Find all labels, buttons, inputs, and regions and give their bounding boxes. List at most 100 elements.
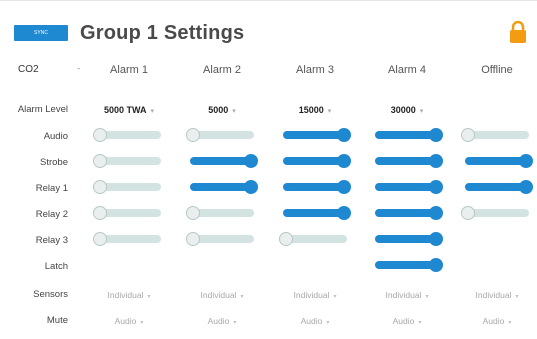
toggle-relay1-col3[interactable] xyxy=(279,180,351,194)
row-label-relay2: Relay 2 xyxy=(35,209,68,220)
mute-select[interactable]: Audio ▾ xyxy=(89,316,169,326)
sensors-select[interactable]: Individual ▾ xyxy=(367,290,447,300)
toggle-knob xyxy=(337,128,351,142)
row-label-alarm-level: Alarm Level xyxy=(17,104,68,115)
gas-select[interactable]: CO2 - xyxy=(18,64,80,75)
page-title: Group 1 Settings xyxy=(80,22,245,44)
toggle-relay1-col5[interactable] xyxy=(461,180,533,194)
toggle-knob xyxy=(186,232,200,246)
alarm-level-select[interactable]: 5000 TWA ▾ xyxy=(89,105,169,115)
toggle-knob xyxy=(279,232,293,246)
alarm-level-value: 5000 TWA xyxy=(103,105,147,115)
toggle-audio-col1[interactable] xyxy=(93,128,165,142)
sensors-value: Individual xyxy=(107,290,144,300)
chevron-down-icon: ▾ xyxy=(233,320,237,326)
row-label-mute: Mute xyxy=(46,315,68,326)
chevron-down-icon: ▾ xyxy=(508,320,512,326)
toggle-knob xyxy=(93,180,107,194)
column-header: Alarm 4 xyxy=(388,64,426,76)
sensors-value: Individual xyxy=(385,290,422,300)
row-label-sensors: Sensors xyxy=(33,289,68,300)
toggle-knob xyxy=(429,206,443,220)
mute-select[interactable]: Audio ▾ xyxy=(275,316,355,326)
mute-value: Audio xyxy=(392,316,415,326)
top-divider xyxy=(0,0,537,1)
toggle-relay3-col4[interactable] xyxy=(371,232,443,246)
column-header: Alarm 1 xyxy=(110,64,148,76)
toggle-relay3-col2[interactable] xyxy=(186,232,258,246)
mute-select[interactable]: Audio ▾ xyxy=(367,316,447,326)
toggle-knob xyxy=(244,154,258,168)
toggle-strobe-col3[interactable] xyxy=(279,154,351,168)
toggle-relay3-col1[interactable] xyxy=(93,232,165,246)
toggle-relay1-col4[interactable] xyxy=(371,180,443,194)
chevron-down-icon: ▾ xyxy=(232,108,236,115)
alarm-level-value: 15000 xyxy=(298,105,324,115)
toggle-relay2-col2[interactable] xyxy=(186,206,258,220)
toggle-knob xyxy=(429,128,443,142)
toggle-knob xyxy=(429,258,443,272)
chevron-down-icon: ▾ xyxy=(515,294,519,300)
toggle-knob xyxy=(337,206,351,220)
toggle-strobe-col1[interactable] xyxy=(93,154,165,168)
chevron-down-icon: ▾ xyxy=(425,294,429,300)
sensors-value: Individual xyxy=(475,290,512,300)
alarm-level-select[interactable]: 15000 ▾ xyxy=(275,105,355,115)
column-header: Alarm 3 xyxy=(296,64,334,76)
alarm-level-select[interactable]: 5000 ▾ xyxy=(182,105,262,115)
toggle-audio-col4[interactable] xyxy=(371,128,443,142)
toggle-audio-col3[interactable] xyxy=(279,128,351,142)
toggle-knob xyxy=(337,154,351,168)
row-label-strobe: Strobe xyxy=(40,157,68,168)
toggle-relay2-col4[interactable] xyxy=(371,206,443,220)
mute-value: Audio xyxy=(300,316,323,326)
toggle-knob xyxy=(337,180,351,194)
toggle-strobe-col5[interactable] xyxy=(461,154,533,168)
mute-value: Audio xyxy=(114,316,137,326)
row-label-relay1: Relay 1 xyxy=(35,183,68,194)
mute-value: Audio xyxy=(207,316,230,326)
toggle-knob xyxy=(429,154,443,168)
toggle-knob xyxy=(461,128,475,142)
toggle-latch-col4[interactable] xyxy=(371,258,443,272)
toggle-strobe-col4[interactable] xyxy=(371,154,443,168)
toggle-knob xyxy=(244,180,258,194)
lock-icon[interactable] xyxy=(508,20,528,44)
sync-button[interactable]: SYNC xyxy=(14,25,68,41)
chevron-down-icon: ▾ xyxy=(326,320,330,326)
row-label-audio: Audio xyxy=(43,131,68,142)
toggle-knob xyxy=(93,206,107,220)
toggle-relay2-col1[interactable] xyxy=(93,206,165,220)
toggle-knob xyxy=(186,206,200,220)
chevron-down-icon: ▾ xyxy=(333,294,337,300)
sensors-select[interactable]: Individual ▾ xyxy=(275,290,355,300)
toggle-relay1-col2[interactable] xyxy=(186,180,258,194)
chevron-down-icon: ▾ xyxy=(140,320,144,326)
toggle-audio-col5[interactable] xyxy=(461,128,533,142)
row-label-latch: Latch xyxy=(44,261,68,272)
chevron-down-icon: ▾ xyxy=(150,108,155,115)
row-label-relay3: Relay 3 xyxy=(35,235,68,246)
chevron-down-icon: ▾ xyxy=(327,108,332,115)
toggle-audio-col2[interactable] xyxy=(186,128,258,142)
toggle-relay1-col1[interactable] xyxy=(93,180,165,194)
chevron-down-icon: ▾ xyxy=(147,294,151,300)
sensors-select[interactable]: Individual ▾ xyxy=(89,290,169,300)
toggle-knob xyxy=(519,180,533,194)
sensors-select[interactable]: Individual ▾ xyxy=(457,290,537,300)
chevron-down-icon: - xyxy=(77,64,80,73)
toggle-knob xyxy=(429,180,443,194)
toggle-relay2-col3[interactable] xyxy=(279,206,351,220)
sensors-value: Individual xyxy=(200,290,237,300)
toggle-knob xyxy=(461,206,475,220)
alarm-level-select[interactable]: 30000 ▾ xyxy=(367,105,447,115)
mute-select[interactable]: Audio ▾ xyxy=(457,316,537,326)
toggle-strobe-col2[interactable] xyxy=(186,154,258,168)
toggle-knob xyxy=(93,154,107,168)
toggle-relay3-col3[interactable] xyxy=(279,232,351,246)
toggle-relay2-col5[interactable] xyxy=(461,206,533,220)
mute-select[interactable]: Audio ▾ xyxy=(182,316,262,326)
sensors-select[interactable]: Individual ▾ xyxy=(182,290,262,300)
toggle-knob xyxy=(519,154,533,168)
mute-value: Audio xyxy=(482,316,505,326)
